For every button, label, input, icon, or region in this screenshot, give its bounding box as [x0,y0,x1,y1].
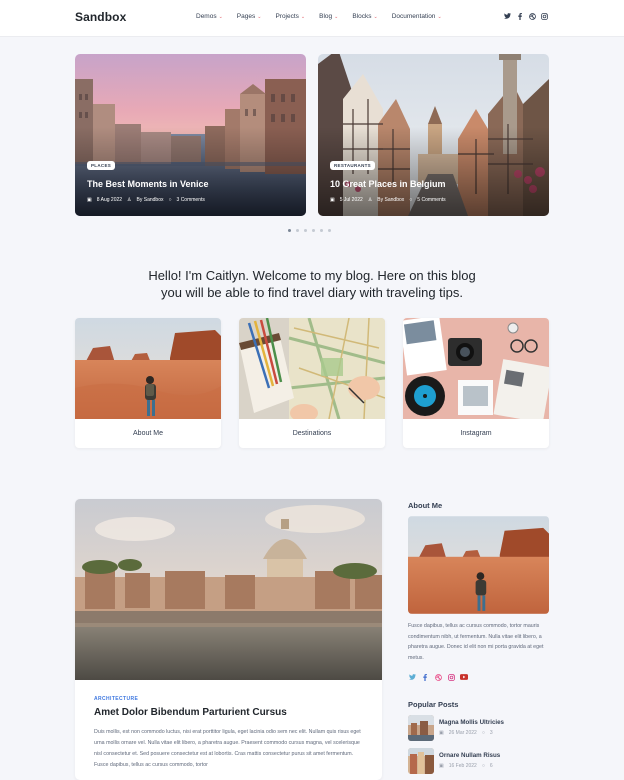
sidebar-about-text: Fusce dapibus, tellus ac cursus commodo,… [408,623,544,661]
hero-overlay [318,54,549,216]
post-comments[interactable]: 3 Comments [177,197,205,203]
post-excerpt: Duis mollis, est non commodo luctus, nis… [94,729,361,768]
popular-post-date: 16 Feb 2022 [448,763,477,769]
calendar-icon: ▣ [439,730,444,736]
chevron-down-icon: ⌄ [437,13,442,20]
popular-post-item[interactable]: Ornare Nullam Risus ▣ 16 Feb 2022 ○ 6 [408,748,549,774]
post-author[interactable]: By Sandbox [377,197,404,203]
carousel-dots [288,229,336,232]
site-logo[interactable]: Sandbox [75,10,126,24]
hero-slide-venice[interactable]: PLACES The Best Moments in Venice ▣ 8 Aug… [75,54,306,216]
popular-post-title[interactable]: Magna Mollis Ultricies [439,719,504,726]
post-category[interactable]: ARCHITECTURE [94,696,138,702]
map-image [239,318,385,419]
chevron-down-icon: ⌄ [300,13,306,20]
twitter-icon[interactable] [408,673,416,681]
popular-post-title[interactable]: Ornare Nullam Risus [439,752,500,759]
chevron-down-icon: ⌄ [257,13,262,20]
popular-post-date: 26 Mar 2022 [448,730,477,736]
hero-title[interactable]: 10 Great Places in Belgium [330,179,446,189]
dribbble-icon[interactable] [528,12,536,20]
blog-post-card: ARCHITECTURE Amet Dolor Bibendum Parturi… [75,499,382,780]
carousel-dot[interactable] [320,229,323,232]
facebook-icon[interactable] [516,12,524,20]
menu-item-projects[interactable]: Projects ⌄ [275,13,305,20]
menu-label: Blocks [352,13,372,20]
feature-card-about[interactable]: About Me [75,318,221,448]
feature-card-instagram[interactable]: Instagram [403,318,549,448]
carousel-dot[interactable] [296,229,299,232]
desert-image [75,318,221,419]
feature-label[interactable]: Destinations [239,419,385,448]
hero-meta: ▣ 5 Jul 2022 ♙ By Sandbox ○ 5 Comments [330,197,451,203]
hero-slide-belgium[interactable]: RESTAURANTS 10 Great Places in Belgium ▣… [318,54,549,216]
main-menu: Demos ⌄ Pages ⌄ Projects ⌄ Blog ⌄ Blocks ⌄ Do… [196,13,456,20]
user-icon: ♙ [367,197,373,203]
popular-post-comments[interactable]: 3 [490,730,493,736]
menu-label: Blog [319,13,333,20]
menu-label: Demos [196,13,217,20]
intro-line: you will be able to find travel diary wi… [160,285,464,300]
popular-post-thumb[interactable] [408,715,434,741]
carousel-dot[interactable] [328,229,331,232]
navbar: Sandbox Demos ⌄ Pages ⌄ Projects ⌄ Blog ⌄ Bl… [0,0,624,36]
hero-overlay [75,54,306,216]
menu-label: Documentation [391,13,436,20]
calendar-icon: ▣ [439,763,444,769]
popular-post-comments[interactable]: 6 [490,763,493,769]
twitter-icon[interactable] [503,12,511,20]
sidebar-about-heading: About Me [408,501,443,510]
popular-post-meta: ▣ 16 Feb 2022 ○ 6 [439,763,498,769]
carousel-dot[interactable] [312,229,315,232]
category-tag[interactable]: RESTAURANTS [330,161,375,170]
comment-icon: ○ [481,763,485,769]
chevron-down-icon: ⌄ [334,13,339,20]
flatlay-image [403,318,549,419]
calendar-icon: ▣ [330,197,335,203]
post-date: 8 Aug 2022 [96,197,123,203]
post-date: 5 Jul 2022 [339,197,363,203]
popular-post-item[interactable]: Magna Mollis Ultricies ▣ 26 Mar 2022 ○ 3 [408,715,549,741]
dribbble-icon[interactable] [434,673,442,681]
rome-image[interactable] [75,499,382,680]
chevron-down-icon: ⌄ [218,13,223,20]
popular-post-thumb[interactable] [408,748,434,774]
popular-post-meta: ▣ 26 Mar 2022 ○ 3 [439,730,498,736]
feature-label[interactable]: About Me [75,419,221,448]
youtube-icon[interactable] [460,673,468,681]
instagram-icon[interactable] [447,673,455,681]
menu-item-blocks[interactable]: Blocks ⌄ [352,13,377,20]
comment-icon: ○ [481,730,485,736]
sidebar-social [408,673,473,681]
menu-label: Projects [275,13,299,20]
intro-line: Hello! I'm Caitlyn. Welcome to my blog. … [148,268,476,283]
sidebar-popular-heading: Popular Posts [408,700,459,709]
comment-icon: ○ [409,197,413,203]
category-tag[interactable]: PLACES [87,161,116,170]
menu-item-documentation[interactable]: Documentation ⌄ [392,13,442,20]
post-comments[interactable]: 5 Comments [417,197,445,203]
feature-label[interactable]: Instagram [403,419,549,448]
hero-title[interactable]: The Best Moments in Venice [87,179,209,189]
calendar-icon: ▣ [87,197,92,203]
menu-item-pages[interactable]: Pages ⌄ [237,13,262,20]
post-title[interactable]: Amet Dolor Bibendum Parturient Cursus [94,707,287,718]
facebook-icon[interactable] [421,673,429,681]
menu-item-demos[interactable]: Demos ⌄ [196,13,223,20]
sidebar-about-image [408,516,549,614]
header-social [503,12,553,20]
user-icon: ♙ [127,197,132,203]
intro-text: Hello! I'm Caitlyn. Welcome to my blog. … [100,267,524,301]
chevron-down-icon: ⌄ [373,13,378,20]
menu-label: Pages [236,13,256,20]
comment-icon: ○ [168,197,172,203]
carousel-dot[interactable] [304,229,307,232]
hero-meta: ▣ 8 Aug 2022 ♙ By Sandbox ○ 3 Comments [87,197,210,203]
menu-item-blog[interactable]: Blog ⌄ [319,13,338,20]
post-author[interactable]: By Sandbox [137,197,164,203]
carousel-dot[interactable] [288,229,291,232]
instagram-icon[interactable] [541,12,549,20]
feature-card-destinations[interactable]: Destinations [239,318,385,448]
